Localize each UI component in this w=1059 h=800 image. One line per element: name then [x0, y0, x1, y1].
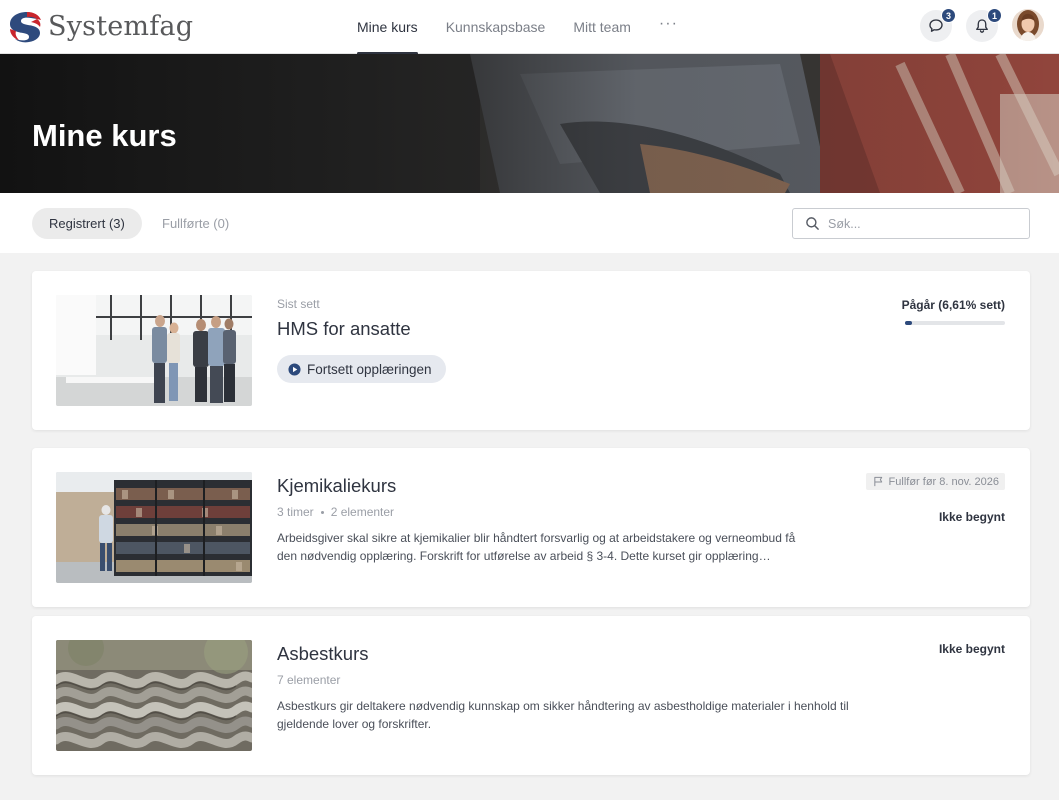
course-description-kjemikalie: Arbeidsgiver skal sikre at kjemikalier b…: [277, 531, 796, 563]
course-thumbnail-asbest[interactable]: [56, 640, 252, 751]
user-avatar-image: [1012, 9, 1044, 41]
course-image-corrugated-sheets: [56, 640, 252, 751]
tab-registrert[interactable]: Registrert (3): [32, 208, 142, 239]
separator-dot: [320, 510, 324, 514]
filter-bar: Registrert (3) Fullførte (0): [0, 193, 1059, 253]
continue-training-label: Fortsett opplæringen: [307, 361, 432, 377]
systemfag-logo[interactable]: Systemfag: [7, 9, 193, 43]
top-navigation-bar: Systemfag Mine kurs Kunnskapsbase Mitt t…: [0, 0, 1059, 55]
course-title-hms[interactable]: HMS for ansatte: [277, 318, 446, 340]
course-description-asbest: Asbestkurs gir deltakere nødvendig kunns…: [277, 699, 849, 731]
systemfag-logo-icon: [10, 12, 41, 43]
course-thumbnail-hms[interactable]: [56, 295, 252, 406]
course-status-hms: Pågår (6,61% sett): [901, 298, 1005, 312]
nav-item-mine-kurs[interactable]: Mine kurs: [343, 0, 432, 55]
messages-button[interactable]: 3: [920, 8, 956, 42]
brand-name: Systemfag: [48, 10, 194, 42]
page-title: Mine kurs: [32, 118, 177, 153]
course-card-kjemikalie: Kjemikaliekurs 3 timer 2 elementer Arbei…: [32, 448, 1030, 607]
nav-item-mitt-team[interactable]: Mitt team: [559, 0, 645, 54]
nav-more-button[interactable]: ···: [645, 0, 692, 54]
tab-fullforte[interactable]: Fullførte (0): [145, 208, 246, 239]
main-nav: Mine kurs Kunnskapsbase Mitt team ···: [343, 0, 692, 55]
notifications-count-badge: 1: [987, 8, 1002, 23]
play-circle-icon: [288, 362, 301, 376]
course-card-asbest: Asbestkurs 7 elementer Asbestkurs gir de…: [32, 616, 1030, 775]
course-card-hms: Sist sett HMS for ansatte Fortsett opplæ…: [32, 271, 1030, 430]
last-seen-label: Sist sett: [277, 297, 320, 311]
messages-count-badge: 3: [941, 8, 956, 23]
hero-banner: Mine kurs: [0, 54, 1059, 193]
course-element-count: 7 elementer: [277, 673, 341, 687]
progress-bar-fill: [905, 321, 912, 325]
search-icon: [806, 217, 819, 230]
course-image-office-meeting: [56, 295, 252, 406]
nav-item-kunnskapsbase[interactable]: Kunnskapsbase: [432, 0, 560, 54]
deadline-badge: Fullfør før 8. nov. 2026: [865, 473, 1005, 490]
user-avatar[interactable]: [1012, 9, 1044, 41]
course-meta-kjemikalie: 3 timer 2 elementer: [277, 505, 807, 519]
course-duration: 3 timer: [277, 505, 314, 519]
course-image-warehouse-shelves: [56, 472, 252, 583]
course-title-asbest[interactable]: Asbestkurs: [277, 643, 877, 665]
search-input[interactable]: [828, 216, 1018, 231]
deadline-text: Fullfør før 8. nov. 2026: [888, 475, 999, 488]
notifications-button[interactable]: 1: [966, 8, 1002, 42]
progress-bar-hms: [905, 321, 1005, 325]
flag-icon: [873, 476, 882, 487]
continue-training-button[interactable]: Fortsett opplæringen: [277, 355, 446, 383]
course-title-kjemikalie[interactable]: Kjemikaliekurs: [277, 475, 807, 497]
course-meta-asbest: 7 elementer: [277, 673, 877, 687]
course-status-kjemikalie: Ikke begynt: [938, 510, 1005, 524]
search-box[interactable]: [792, 208, 1030, 239]
course-thumbnail-kjemikalie[interactable]: [56, 472, 252, 583]
course-status-asbest: Ikke begynt: [938, 642, 1005, 656]
course-element-count: 2 elementer: [330, 505, 395, 519]
